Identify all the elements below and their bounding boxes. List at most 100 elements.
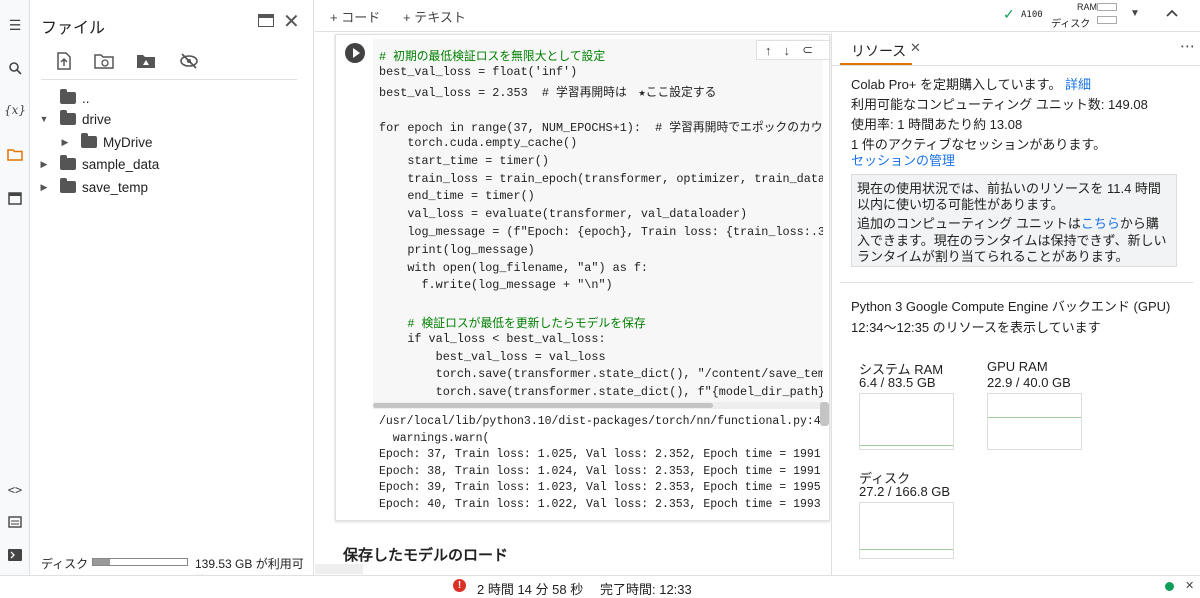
code-line[interactable]: log_message = (f"Epoch: {epoch}, Train l… [379, 225, 823, 239]
close-status-icon[interactable]: ✕ [1185, 579, 1194, 592]
disk-meter [1097, 16, 1117, 24]
code-line[interactable]: # 検証ロスが最低を更新したらモデルを保存 [379, 314, 645, 331]
code-line[interactable]: torch.save(transformer.state_dict(), "/c… [379, 367, 823, 381]
code-line[interactable]: best_val_loss = val_loss [379, 350, 606, 364]
code-line[interactable]: train_loss = train_epoch(transformer, op… [379, 172, 823, 186]
disk-label: ディスク [1051, 19, 1091, 30]
chevron-down-icon[interactable]: ▼ [39, 114, 49, 124]
upload-file-icon[interactable] [51, 48, 77, 74]
resources-tab[interactable]: リソース [851, 41, 906, 61]
divider [832, 65, 1200, 66]
notebook-toolbar: + コード + テキスト ✓ A100 RAM ディスク ▼ [315, 0, 1200, 32]
variables-icon[interactable]: {x} [4, 100, 26, 120]
units-available: 利用可能なコンピューティング ユニット数: 149.08 [851, 97, 1148, 112]
manage-sessions-link[interactable]: セッションの管理 [851, 150, 955, 169]
runtime-menu-chevron-icon[interactable]: ▼ [1130, 8, 1140, 19]
folder-icon [60, 178, 76, 193]
gpu-ram-value: 22.9 / 40.0 GB [987, 375, 1071, 390]
error-icon: ! [453, 579, 466, 592]
horizontal-scrollbar[interactable] [373, 402, 823, 409]
calendar-icon[interactable] [5, 188, 25, 208]
terminal-icon[interactable] [5, 545, 25, 565]
hide-files-icon[interactable] [176, 48, 202, 74]
search-icon[interactable] [5, 58, 25, 78]
move-down-icon[interactable]: ↓ [784, 43, 791, 58]
code-snippets-icon[interactable]: <> [5, 480, 25, 500]
code-line[interactable]: best_val_loss = 2.353 # 学習再開時は ★ここ設定する [379, 83, 716, 100]
elapsed-time: 2 時間 14 分 58 秒 [477, 582, 584, 597]
file-browser-panel: ファイル ✕ .. ▼ drive ▶ MyDrive ▶ sample_dat… [31, 0, 314, 588]
add-text-button[interactable]: + テキスト [403, 7, 466, 26]
chevron-right-icon[interactable]: ▶ [39, 182, 49, 193]
left-icon-rail: ☰ {x} <> [0, 0, 30, 575]
divider [41, 79, 297, 80]
tree-item-save-temp[interactable]: ▶ save_temp [39, 177, 148, 197]
divider [840, 282, 1193, 283]
command-palette-icon[interactable] [5, 512, 25, 532]
purchase-link[interactable]: こちら [1081, 216, 1120, 231]
code-line[interactable]: print(log_message) [379, 243, 534, 257]
folder-icon [60, 110, 76, 125]
output-line: warnings.warn( [379, 431, 490, 445]
move-up-icon[interactable]: ↑ [765, 43, 772, 58]
warning-line: 以内に使い切る可能性があります。 [857, 197, 1064, 212]
finished-time: 完了時間: 12:33 [600, 582, 692, 597]
add-code-button[interactable]: + コード [330, 7, 380, 26]
code-line[interactable]: start_time = timer() [379, 154, 549, 168]
close-icon[interactable]: ✕ [283, 9, 300, 34]
tree-item-parent[interactable]: .. [60, 88, 90, 108]
code-cell[interactable]: ✓ 1分 # 初期の最低検証ロスを無限大として設定best_val_loss =… [335, 34, 830, 521]
refresh-folder-icon[interactable] [91, 48, 117, 74]
tree-item-label: MyDrive [103, 134, 153, 150]
notebook-hscroll[interactable] [315, 564, 363, 574]
code-line[interactable]: torch.save(transformer.state_dict(), f"{… [379, 385, 823, 399]
files-panel-title: ファイル [41, 20, 106, 37]
output-scrollbar[interactable] [820, 402, 829, 426]
cell-toolbar: ↑ ↓ ⊂ [756, 40, 829, 60]
ram-label: RAM [1077, 2, 1097, 12]
code-line[interactable]: with open(log_filename, "a") as f: [379, 261, 648, 275]
code-line[interactable]: torch.cuda.empty_cache() [379, 136, 577, 150]
plan-details-link[interactable]: 詳細 [1065, 77, 1091, 92]
code-line[interactable]: # 初期の最低検証ロスを無限大として設定 [379, 47, 605, 64]
tree-item-label: sample_data [82, 156, 160, 172]
more-options-icon[interactable]: ⋯ [1180, 37, 1195, 55]
code-line[interactable]: best_val_loss = float('inf') [379, 65, 577, 79]
gpu-ram-label: GPU RAM [987, 359, 1048, 374]
collapse-header-icon[interactable] [1165, 5, 1179, 21]
cell-output: /usr/local/lib/python3.10/dist-packages/… [373, 411, 823, 520]
plan-text: Colab Pro+ を定期購入しています。 詳細 [851, 74, 1091, 93]
mount-drive-icon[interactable] [133, 48, 159, 74]
backend-label: Python 3 Google Compute Engine バックエンド (G… [851, 299, 1171, 314]
disk-usage-bar [92, 558, 188, 566]
runtime-label[interactable]: A100 [1021, 10, 1043, 20]
link-icon[interactable]: ⊂ [802, 42, 813, 58]
tree-item-drive[interactable]: ▼ drive [39, 109, 111, 129]
purchase-line: ランタイムが割り当てられることがあります。 [857, 249, 1129, 264]
tree-item-mydrive[interactable]: ▶ MyDrive [60, 132, 153, 152]
close-tab-icon[interactable]: ✕ [910, 40, 921, 56]
code-line[interactable]: for epoch in range(37, NUM_EPOCHS+1): # … [379, 118, 823, 135]
output-line: Epoch: 38, Train loss: 1.024, Val loss: … [379, 464, 823, 478]
code-line[interactable]: end_time = timer() [379, 189, 534, 203]
tree-item-sample-data[interactable]: ▶ sample_data [39, 154, 159, 174]
run-cell-button[interactable] [345, 43, 365, 63]
plan-label: Colab Pro+ を定期購入しています。 [851, 77, 1062, 92]
table-of-contents-icon[interactable]: ☰ [5, 15, 25, 35]
open-in-tab-icon[interactable] [258, 14, 274, 27]
disk-value: 27.2 / 166.8 GB [859, 484, 951, 499]
code-line[interactable]: f.write(log_message + "\n") [379, 278, 612, 292]
chevron-right-icon[interactable]: ▶ [39, 159, 49, 170]
code-line[interactable]: if val_loss < best_val_loss: [379, 332, 605, 346]
usage-warning-box: 現在の使用状況では、前払いのリソースを 11.4 時間 以内に使い切る可能性があ… [851, 174, 1177, 267]
resources-panel: リソース ✕ ⋯ Colab Pro+ を定期購入しています。 詳細 利用可能な… [831, 33, 1200, 575]
tree-item-label: drive [82, 111, 112, 127]
chevron-right-icon[interactable]: ▶ [60, 137, 70, 148]
files-icon[interactable] [5, 144, 25, 164]
code-line[interactable]: val_loss = evaluate(transformer, val_dat… [379, 207, 747, 221]
code-editor[interactable]: # 初期の最低検証ロスを無限大として設定 best_val_loss = floa… [373, 39, 823, 407]
purchase-text: から購 [1119, 216, 1159, 231]
purchase-text: 追加のコンピューティング ユニットは [857, 216, 1081, 231]
folder-icon [81, 133, 97, 148]
system-ram-value: 6.4 / 83.5 GB [859, 375, 936, 390]
